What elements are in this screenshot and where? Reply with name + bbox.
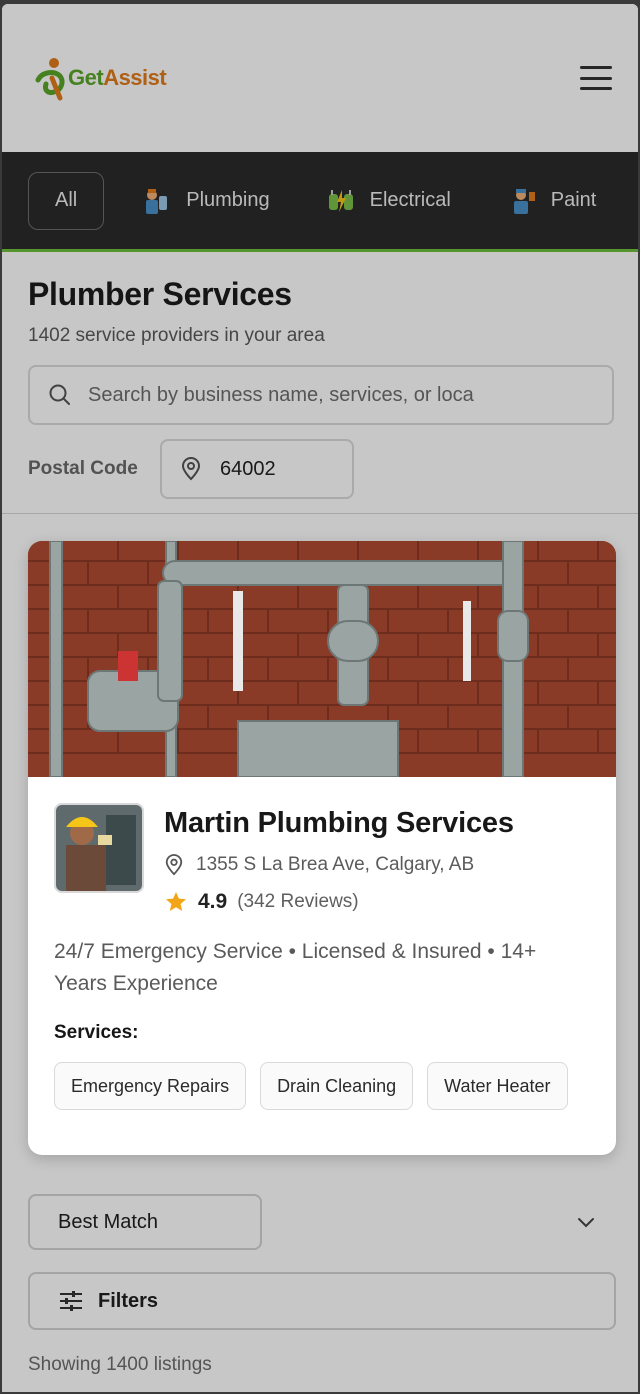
rating: 4.9 (342 Reviews) xyxy=(164,890,514,914)
category-all[interactable]: All xyxy=(28,171,105,230)
provider-address: 1355 S La Brea Ave, Calgary, AB xyxy=(164,854,514,876)
services-heading: Services: xyxy=(54,1022,139,1043)
postal-code-label: Postal Code xyxy=(28,458,138,479)
rating-value: 4.9 xyxy=(198,890,228,913)
service-chip[interactable]: Water Heater xyxy=(427,1062,568,1110)
provider-photo xyxy=(28,541,616,777)
provider-description: 24/7 Emergency Service • Licensed & Insu… xyxy=(54,940,537,995)
chevron-down-icon[interactable] xyxy=(576,1216,596,1228)
worker-avatar-image xyxy=(56,805,142,891)
category-bar: All Plumbing Electrical Paint xyxy=(2,152,638,252)
star-icon xyxy=(166,892,186,911)
divider xyxy=(2,513,638,514)
provider-name[interactable]: Martin Plumbing Services xyxy=(164,807,514,840)
logo[interactable]: GetAssist xyxy=(34,54,167,102)
provider-card[interactable]: Martin Plumbing Services 1355 S La Brea … xyxy=(28,541,616,1155)
electrician-icon xyxy=(328,189,353,212)
avatar xyxy=(54,803,144,893)
pipes-image xyxy=(28,541,616,777)
category-paint[interactable]: Paint xyxy=(507,172,596,230)
app-frame: GetAssist All Plumbing Electrical Paint … xyxy=(2,4,638,1392)
page-subtitle: 1402 service providers in your area xyxy=(28,325,325,346)
service-chip[interactable]: Drain Cleaning xyxy=(260,1062,414,1110)
search-placeholder: Search by business name, services, or lo… xyxy=(88,383,474,406)
plumber-icon xyxy=(146,188,168,214)
location-pin-icon xyxy=(165,854,183,876)
sort-select[interactable]: Best Match xyxy=(28,1194,262,1250)
painter-icon xyxy=(513,188,535,214)
service-chip[interactable]: Emergency Repairs xyxy=(54,1062,247,1110)
location-pin-icon xyxy=(181,457,201,481)
listing-count: Showing 1400 listings xyxy=(28,1354,212,1375)
category-plumbing[interactable]: Plumbing xyxy=(142,172,270,230)
category-electrical[interactable]: Electrical xyxy=(326,172,451,230)
logo-text: GetAssist xyxy=(68,65,167,90)
page-title: Plumber Services xyxy=(28,276,292,312)
filters-label: Filters xyxy=(98,1289,159,1312)
services-list: Emergency Repairs Drain Cleaning Water H… xyxy=(54,1062,590,1110)
logo-person-icon xyxy=(35,58,65,101)
sort-row: Best Match xyxy=(28,1194,616,1250)
search-icon xyxy=(49,384,70,405)
header: GetAssist xyxy=(2,4,638,152)
postal-code-value: 64002 xyxy=(220,457,276,480)
hamburger-icon[interactable] xyxy=(580,64,612,92)
filters-button[interactable]: Filters xyxy=(28,1272,616,1330)
sliders-icon xyxy=(60,1291,82,1311)
postal-code-field[interactable]: 64002 xyxy=(160,439,354,499)
search-input[interactable]: Search by business name, services, or lo… xyxy=(28,365,614,425)
review-count: (342 Reviews) xyxy=(237,891,359,912)
